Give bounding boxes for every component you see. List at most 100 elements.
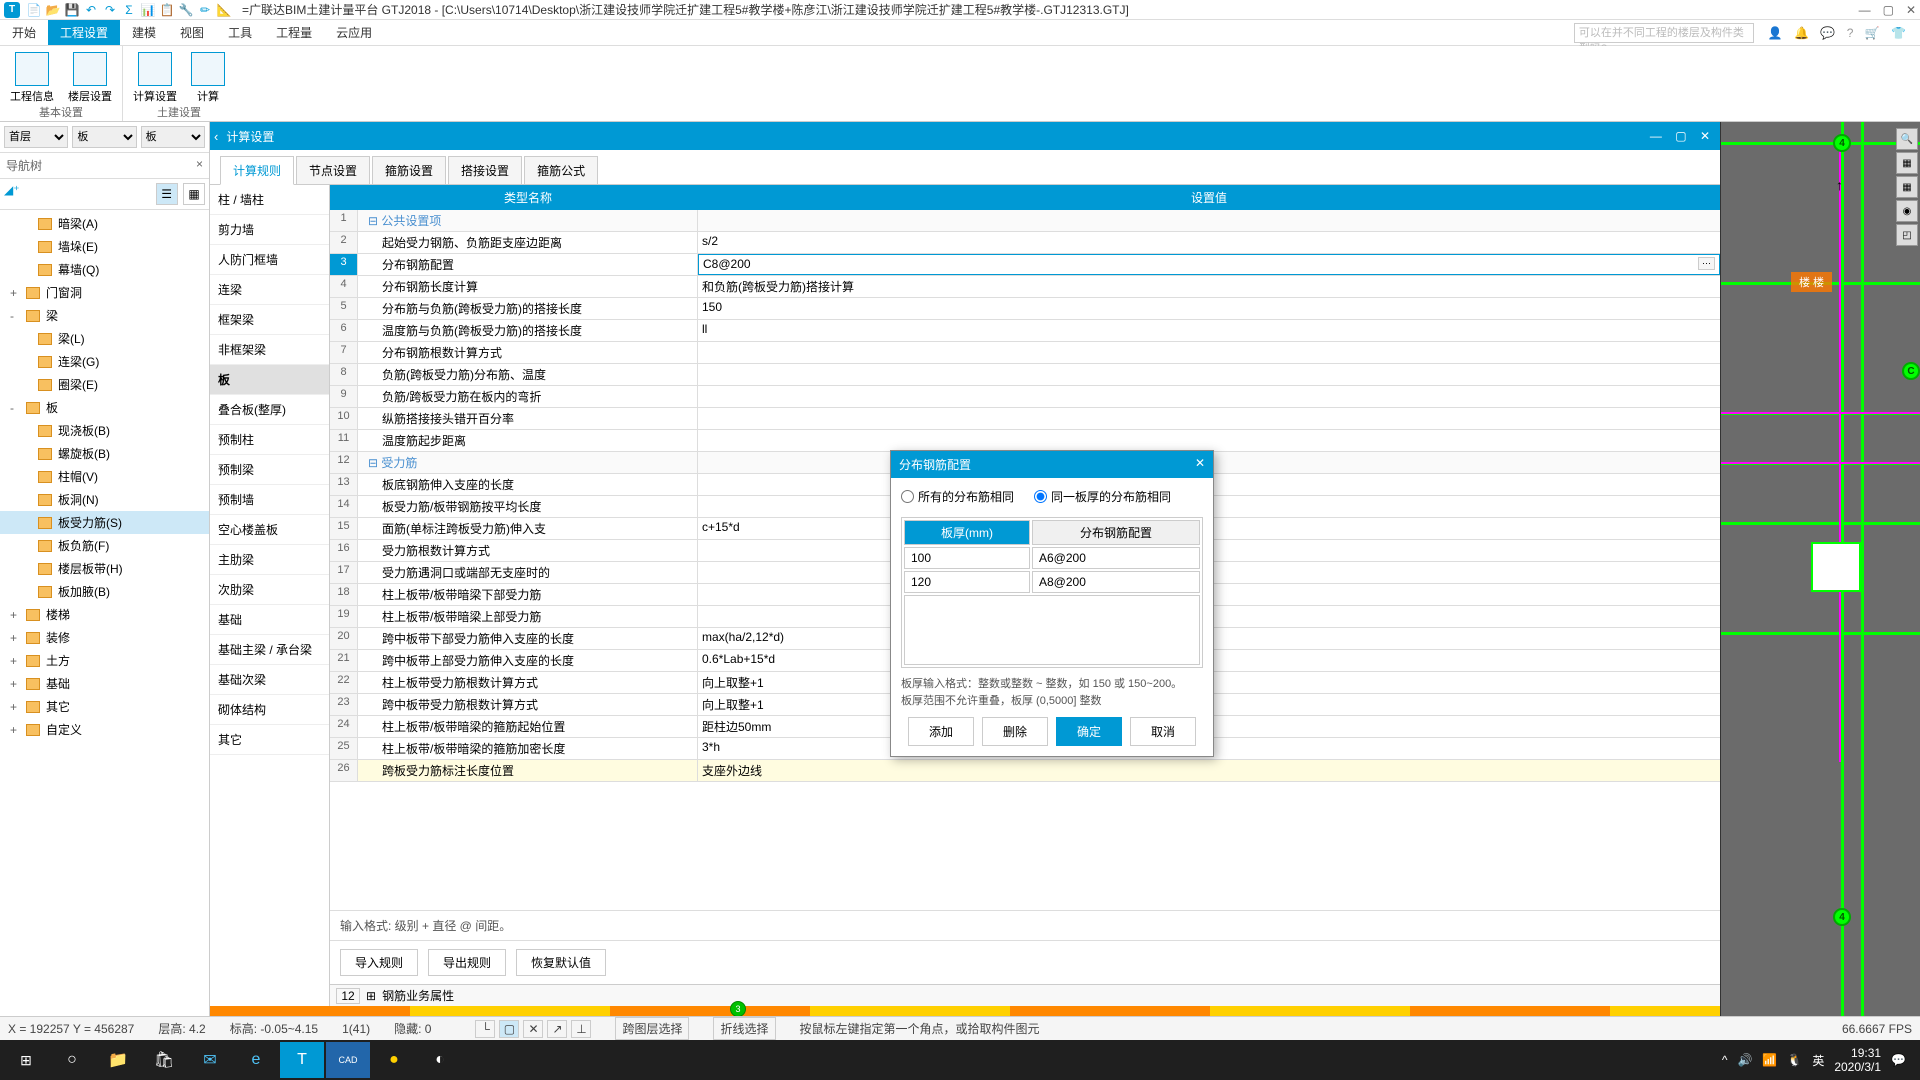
tree-item[interactable]: -板 xyxy=(0,396,209,419)
menu-item[interactable]: 工程量 xyxy=(264,20,324,45)
menu-item[interactable]: 建模 xyxy=(120,20,168,45)
ribbon-btn-proj-info[interactable]: 工程信息 xyxy=(10,52,54,104)
category-item[interactable]: 其它 xyxy=(210,725,329,755)
sub-select[interactable]: 板 xyxy=(141,126,205,148)
qat-icon[interactable]: Σ xyxy=(121,2,137,18)
store-icon[interactable]: 🛍 xyxy=(142,1042,186,1078)
category-item[interactable]: 空心楼盖板 xyxy=(210,515,329,545)
cart-icon[interactable]: 🛒 xyxy=(1865,26,1880,40)
category-item[interactable]: 叠合板(整厚) xyxy=(210,395,329,425)
help-icon[interactable]: ? xyxy=(1847,26,1854,40)
bell-icon[interactable]: 🔔 xyxy=(1794,26,1809,40)
calc-tab[interactable]: 箍筋公式 xyxy=(524,156,598,184)
category-item[interactable]: 次肋梁 xyxy=(210,575,329,605)
calc-tab[interactable]: 节点设置 xyxy=(296,156,370,184)
tree-item[interactable]: 板加腋(B) xyxy=(0,580,209,603)
rule-value[interactable]: C8@200⋯ xyxy=(698,254,1720,275)
th-thickness[interactable]: 板厚(mm) xyxy=(904,520,1030,545)
rule-value[interactable]: 和负筋(跨板受力筋)搭接计算 xyxy=(698,276,1720,297)
rule-value[interactable] xyxy=(698,386,1720,407)
explorer-icon[interactable]: 📁 xyxy=(96,1042,140,1078)
thickness-cell[interactable]: 100 xyxy=(904,547,1030,569)
tree-item[interactable]: 幕墙(Q) xyxy=(0,258,209,281)
category-item[interactable]: 砌体结构 xyxy=(210,695,329,725)
floor-select[interactable]: 首层 xyxy=(4,126,68,148)
tree-item[interactable]: +装修 xyxy=(0,626,209,649)
mail-icon[interactable]: ✉ xyxy=(188,1042,232,1078)
rule-value[interactable] xyxy=(698,430,1720,451)
category-item[interactable]: 预制柱 xyxy=(210,425,329,455)
tree-item[interactable]: 楼层板带(H) xyxy=(0,557,209,580)
category-item[interactable]: 预制梁 xyxy=(210,455,329,485)
tree-item[interactable]: 板洞(N) xyxy=(0,488,209,511)
qat-icon[interactable]: 📂 xyxy=(45,2,61,18)
qat-icon[interactable]: 📊 xyxy=(140,2,156,18)
expand-icon[interactable]: ⊞ xyxy=(366,989,376,1003)
minimize-icon[interactable]: — xyxy=(1650,129,1662,143)
close-icon[interactable]: ✕ xyxy=(1906,3,1916,17)
prop-index[interactable]: 12 xyxy=(336,988,360,1004)
tree-item[interactable]: 暗梁(A) xyxy=(0,212,209,235)
tree-item[interactable]: 柱帽(V) xyxy=(0,465,209,488)
radio-all-same[interactable]: 所有的分布筋相同 xyxy=(901,488,1014,505)
rule-value[interactable] xyxy=(698,408,1720,429)
app-icon[interactable]: ● xyxy=(372,1042,416,1078)
cancel-button[interactable]: 取消 xyxy=(1130,717,1196,746)
rule-row[interactable]: 6温度筋与负筋(跨板受力筋)的搭接长度ll xyxy=(330,320,1720,342)
rule-row[interactable]: 10纵筋搭接接头错开百分率 xyxy=(330,408,1720,430)
volume-icon[interactable]: 🔊 xyxy=(1737,1053,1752,1067)
rebar-cell[interactable]: A8@200 xyxy=(1032,571,1200,593)
tray-icon[interactable]: 🐧 xyxy=(1787,1053,1802,1067)
qat-icon[interactable]: 📄 xyxy=(26,2,42,18)
tool-icon[interactable]: ⊥ xyxy=(571,1020,591,1038)
menu-item[interactable]: 工具 xyxy=(216,20,264,45)
ime-indicator[interactable]: 英 xyxy=(1812,1052,1824,1069)
select-mode-2[interactable]: 折线选择 xyxy=(713,1017,775,1040)
model-viewport[interactable]: 4 C 4 楼 楼 ↑ 🔍 ▦ ▦ ◉ ◰ xyxy=(1720,122,1920,1016)
tool-icon[interactable]: ▦ xyxy=(1896,152,1918,174)
wifi-icon[interactable]: 📶 xyxy=(1762,1053,1777,1067)
tree-item[interactable]: +自定义 xyxy=(0,718,209,741)
rule-row[interactable]: 11温度筋起步距离 xyxy=(330,430,1720,452)
category-item[interactable]: 预制墙 xyxy=(210,485,329,515)
qat-icon[interactable]: 💾 xyxy=(64,2,80,18)
rebar-cell[interactable]: A6@200 xyxy=(1032,547,1200,569)
maximize-icon[interactable]: ▢ xyxy=(1883,3,1894,17)
tree-item[interactable]: 圈梁(E) xyxy=(0,373,209,396)
qat-icon[interactable]: 🔧 xyxy=(178,2,194,18)
close-icon[interactable]: ✕ xyxy=(1195,456,1205,473)
grid-view-icon[interactable]: ▦ xyxy=(183,183,205,205)
edge-icon[interactable]: e xyxy=(234,1042,278,1078)
tool-icon[interactable]: ◰ xyxy=(1896,224,1918,246)
rule-row[interactable]: 2起始受力钢筋、负筋距支座边距离s/2 xyxy=(330,232,1720,254)
help-search-input[interactable]: 可以在并不同工程的楼层及构件类型吗? xyxy=(1574,23,1754,43)
category-item[interactable]: 基础主梁 / 承台梁 xyxy=(210,635,329,665)
category-item[interactable]: 非框架梁 xyxy=(210,335,329,365)
rule-value[interactable] xyxy=(698,364,1720,385)
tool-icon[interactable]: ↗ xyxy=(547,1020,567,1038)
close-icon[interactable]: ✕ xyxy=(1700,129,1710,143)
qat-icon[interactable]: 📋 xyxy=(159,2,175,18)
cortana-icon[interactable]: ○ xyxy=(50,1042,94,1078)
tree-item[interactable]: 板受力筋(S) xyxy=(0,511,209,534)
rule-row[interactable]: 9负筋/跨板受力筋在板内的弯折 xyxy=(330,386,1720,408)
category-select[interactable]: 板 xyxy=(72,126,136,148)
category-item[interactable]: 剪力墙 xyxy=(210,215,329,245)
chat-icon[interactable]: 💬 xyxy=(1820,26,1835,40)
ok-button[interactable]: 确定 xyxy=(1056,717,1122,746)
notification-icon[interactable]: 💬 xyxy=(1891,1053,1906,1067)
rule-row[interactable]: 7分布钢筋根数计算方式 xyxy=(330,342,1720,364)
expand-icon[interactable]: ◢⁺ xyxy=(4,183,20,205)
app-icon[interactable]: T xyxy=(280,1042,324,1078)
tool-icon[interactable]: ✕ xyxy=(523,1020,543,1038)
category-item[interactable]: 人防门框墙 xyxy=(210,245,329,275)
menu-item[interactable]: 云应用 xyxy=(324,20,384,45)
tree-item[interactable]: +基础 xyxy=(0,672,209,695)
maximize-icon[interactable]: ▢ xyxy=(1675,129,1686,143)
tree-item[interactable]: +其它 xyxy=(0,695,209,718)
menu-item[interactable]: 开始 xyxy=(0,20,48,45)
app-icon[interactable]: ◐ xyxy=(418,1042,462,1078)
rule-row[interactable]: 26跨板受力筋标注长度位置支座外边线 xyxy=(330,760,1720,782)
qat-icon[interactable]: 📐 xyxy=(216,2,232,18)
calc-tab[interactable]: 搭接设置 xyxy=(448,156,522,184)
